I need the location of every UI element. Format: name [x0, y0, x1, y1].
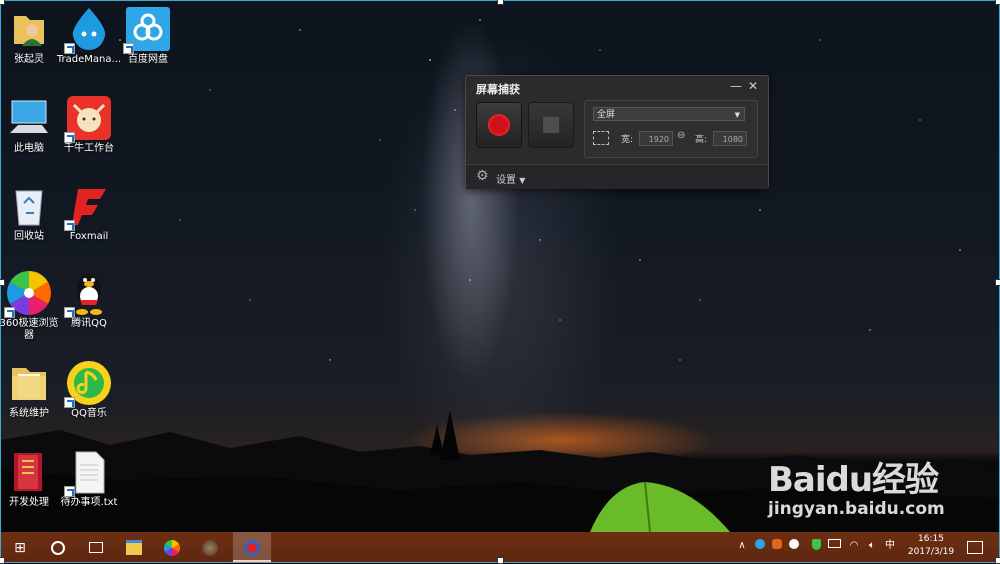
windows-logo-icon: ⊞ — [14, 540, 26, 556]
watermark-brand: Baidu经验 — [768, 460, 939, 500]
shortcut-arrow-icon — [4, 307, 15, 318]
desktop-icon-qq-music[interactable]: QQ音乐 — [48, 360, 130, 420]
this-pc-icon — [6, 95, 52, 141]
desktop-icon-foxmail[interactable]: Foxmail — [48, 183, 130, 243]
capture-mode-value: 全屏 — [597, 110, 616, 120]
record-button[interactable] — [476, 102, 522, 148]
taskbar-clock[interactable]: 16:15 2017/3/19 — [901, 533, 961, 559]
screen-recorder-icon — [244, 539, 260, 556]
link-aspect-icon[interactable]: ⊖ — [677, 130, 685, 141]
width-label: 宽: — [621, 135, 634, 145]
task-view-icon — [89, 542, 103, 553]
ime-indicator[interactable]: 中 — [883, 539, 897, 553]
desktop-icon-todo-txt[interactable]: 待办事项.txt — [48, 449, 130, 509]
volume-icon[interactable]: 🔈︎ — [865, 539, 879, 553]
height-input[interactable]: 1080 — [713, 131, 747, 146]
capture-mode-select[interactable]: 全屏 ▼ — [593, 107, 745, 121]
task-view-button[interactable] — [77, 532, 115, 562]
start-button[interactable]: ⊞ — [1, 532, 39, 562]
user-folder-icon — [6, 6, 52, 52]
desktop-icon-label: 百度网盘 — [128, 54, 168, 65]
resize-handle-top[interactable] — [497, 0, 504, 5]
tray-app-icon-1[interactable] — [753, 539, 767, 553]
chevron-down-icon: ▼ — [519, 176, 526, 185]
360-browser-icon — [164, 539, 180, 556]
settings-label: 设置 — [496, 175, 516, 186]
region-select-icon[interactable] — [593, 131, 609, 145]
watermark-url: jingyan.baidu.com — [768, 499, 945, 519]
width-input[interactable]: 1920 — [639, 131, 673, 146]
resize-handle-left[interactable] — [0, 279, 5, 286]
desktop-icon-qianniu[interactable]: 千牛工作台 — [48, 95, 130, 155]
cortana-button[interactable] — [39, 532, 77, 562]
tray-app-icon-3[interactable] — [787, 539, 801, 553]
folder-icon — [6, 360, 52, 406]
clock-time: 16:15 — [918, 534, 944, 544]
tray-app-icon-2[interactable] — [770, 539, 784, 553]
wifi-icon[interactable]: ◠ — [847, 539, 861, 553]
shortcut-arrow-icon — [64, 397, 75, 408]
window-title: 屏幕捕获 — [476, 83, 520, 96]
show-hidden-icons-chevron-icon[interactable]: ∧ — [735, 539, 749, 553]
taskbar-screen-recorder[interactable] — [233, 532, 271, 562]
minimize-button[interactable]: — — [728, 78, 744, 94]
chevron-down-icon: ▼ — [734, 111, 740, 119]
capture-settings-panel: 全屏 ▼ 宽: 1920 ⊖ 高: 1080 — [584, 100, 758, 158]
shortcut-arrow-icon — [64, 220, 75, 231]
app-icon — [202, 539, 218, 556]
qq-music-icon — [64, 360, 112, 408]
settings-menu[interactable]: 设置 ▼ — [496, 171, 525, 186]
close-button[interactable]: ✕ — [745, 78, 761, 94]
360-browser-icon — [4, 270, 52, 318]
desktop-icon-label: 腾讯QQ — [71, 318, 107, 329]
shortcut-arrow-icon — [64, 307, 75, 318]
baidu-netdisk-icon — [123, 6, 171, 54]
clock-date: 2017/3/19 — [907, 547, 955, 557]
action-center-icon[interactable] — [967, 541, 983, 554]
taskbar-file-explorer[interactable] — [115, 532, 153, 562]
stop-icon — [543, 117, 559, 133]
desktop-icon-baidu-netdisk[interactable]: 百度网盘 — [107, 6, 189, 66]
gear-icon[interactable]: ⚙ — [476, 168, 489, 184]
taskbar-360-browser[interactable] — [153, 532, 191, 562]
recycle-bin-icon — [6, 183, 52, 229]
desktop-icon-label-line2: 器 — [24, 330, 34, 341]
tray-shield-icon[interactable] — [809, 539, 823, 553]
qq-icon — [64, 270, 112, 318]
window-footer: ⚙ 设置 ▼ — [466, 164, 768, 189]
desktop-icon-label: Foxmail — [69, 231, 109, 242]
stop-button[interactable] — [528, 102, 574, 148]
resize-handle-top-left[interactable] — [0, 0, 5, 5]
trademanager-icon — [64, 6, 112, 54]
height-label: 高: — [695, 135, 708, 145]
tray-network-icon[interactable] — [827, 539, 841, 553]
resize-handle-top-right[interactable] — [995, 0, 1000, 5]
night-sky — [119, 19, 961, 361]
screen-capture-window: 屏幕捕获 — ✕ 全屏 ▼ 宽: 1920 ⊖ 高: 1080 ⚙ 设置 ▼ — [465, 75, 769, 189]
foxmail-icon — [64, 183, 112, 231]
desktop-icon-qq[interactable]: 腾讯QQ — [48, 270, 130, 330]
baidu-watermark: Baidu经验 jingyan.baidu.com — [768, 452, 945, 519]
desktop-icon-label: 待办事项.txt — [60, 497, 118, 508]
taskbar-app[interactable] — [191, 532, 229, 562]
shortcut-arrow-icon — [64, 43, 75, 54]
shortcut-arrow-icon — [64, 132, 75, 143]
resize-handle-right[interactable] — [995, 279, 1000, 286]
desktop-icon-label: QQ音乐 — [71, 408, 107, 419]
winrar-icon — [6, 449, 52, 495]
desktop-icon-label: 千牛工作台 — [64, 143, 114, 154]
shortcut-arrow-icon — [64, 486, 75, 497]
text-file-icon — [64, 449, 112, 497]
qianniu-icon — [64, 95, 112, 143]
file-explorer-icon — [126, 540, 142, 555]
cortana-circle-icon — [51, 540, 65, 555]
record-icon — [488, 114, 510, 136]
shortcut-arrow-icon — [123, 43, 134, 54]
